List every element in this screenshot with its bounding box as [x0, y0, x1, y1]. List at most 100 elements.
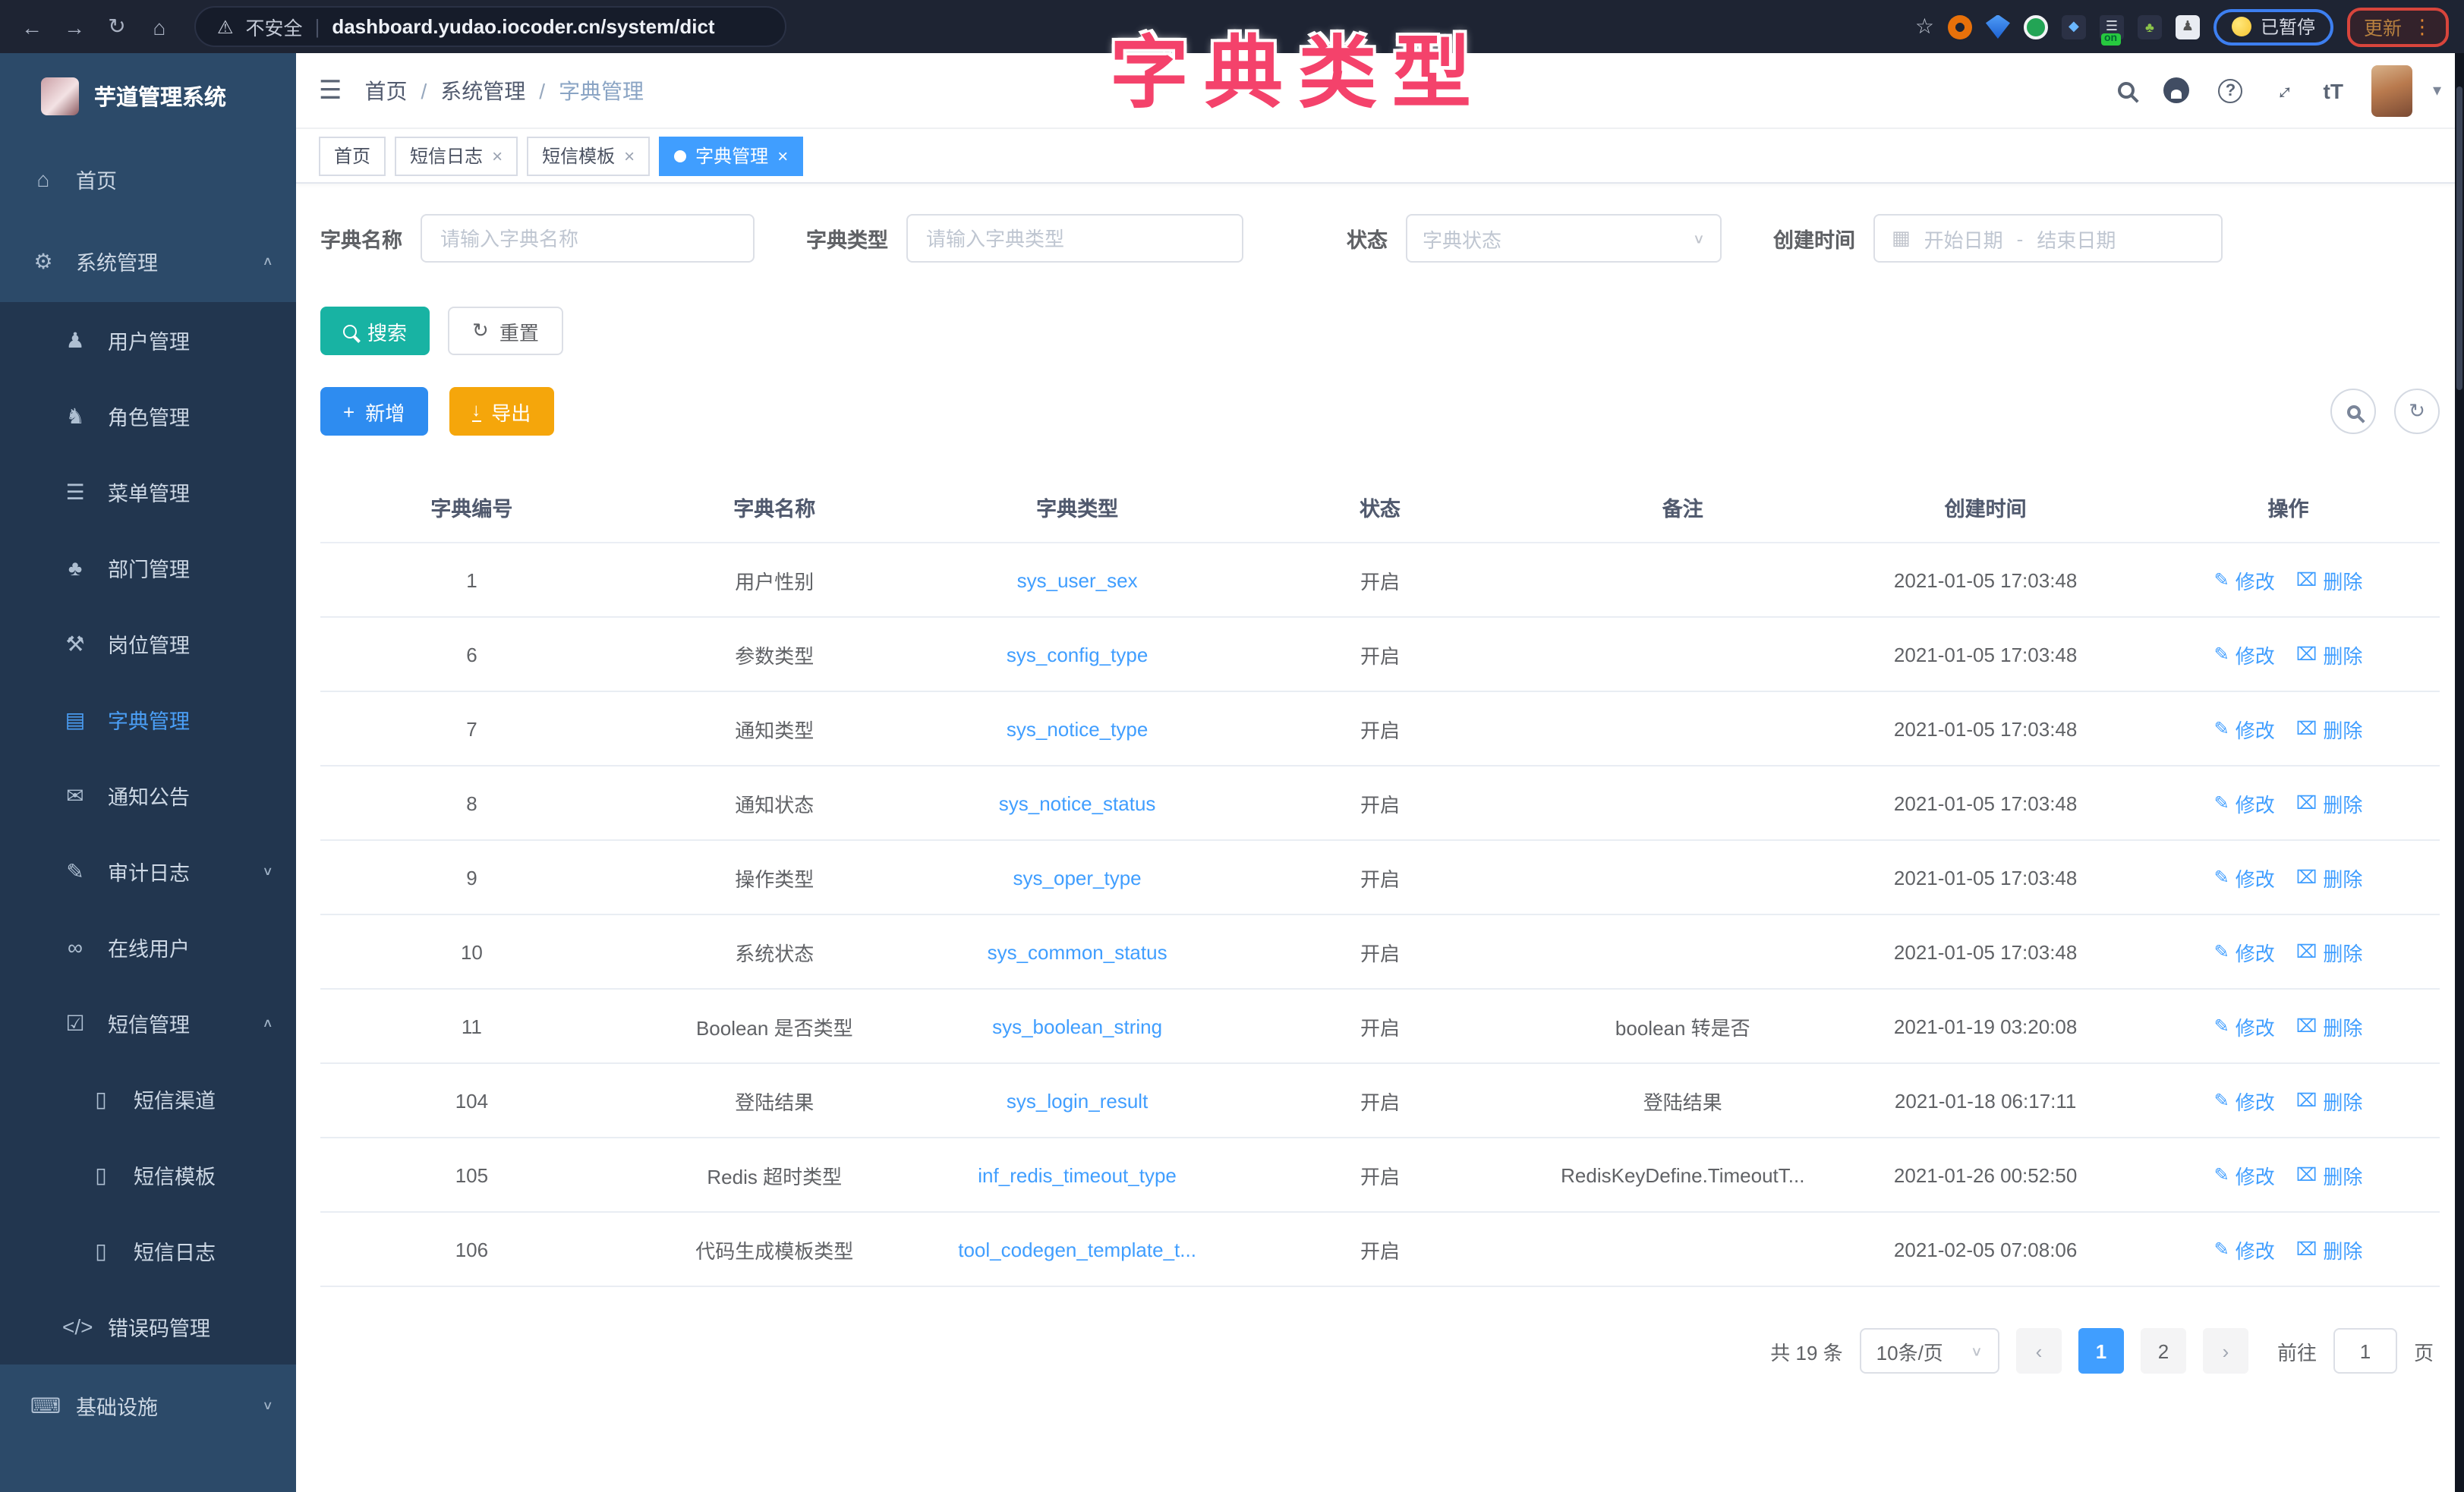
browser-forward-icon[interactable]: →: [58, 14, 91, 39]
browser-back-icon[interactable]: ←: [15, 14, 49, 39]
sidebar-item-system[interactable]: ⚙ 系统管理 ∧: [0, 220, 296, 302]
delete-link[interactable]: ⌧删除: [2296, 714, 2363, 743]
dict-name-input[interactable]: [421, 214, 755, 263]
sidebar-item-users[interactable]: ♟ 用户管理: [0, 302, 296, 378]
close-icon[interactable]: ×: [492, 145, 503, 166]
goto-page-input[interactable]: [2333, 1328, 2397, 1374]
search-icon[interactable]: [2119, 82, 2135, 99]
profile-paused-badge[interactable]: 已暂停: [2214, 8, 2333, 45]
tab-home[interactable]: 首页: [319, 136, 386, 175]
tab-sms-template[interactable]: 短信模板 ×: [527, 136, 650, 175]
browser-menu-icon[interactable]: ⋮: [2412, 14, 2432, 39]
delete-link[interactable]: ⌧删除: [2296, 565, 2363, 594]
sidebar-item-sms-template[interactable]: ▯ 短信模板: [0, 1137, 296, 1213]
menu-list-icon: ☰: [62, 479, 88, 505]
edit-link[interactable]: ✎修改: [2214, 937, 2275, 966]
extension-icon-2[interactable]: [1986, 14, 2010, 39]
dict-type-link[interactable]: sys_login_result: [926, 1063, 1229, 1138]
edit-link[interactable]: ✎修改: [2214, 1235, 2275, 1264]
search-button[interactable]: 搜索: [320, 307, 430, 355]
dict-type-link[interactable]: sys_notice_type: [926, 691, 1229, 766]
edit-link[interactable]: ✎修改: [2214, 1086, 2275, 1115]
edit-link[interactable]: ✎修改: [2214, 1160, 2275, 1189]
edit-link[interactable]: ✎修改: [2214, 788, 2275, 817]
sidebar-toggle-icon[interactable]: ☰: [319, 75, 342, 105]
toggle-search-button[interactable]: [2330, 389, 2376, 434]
dict-type-input[interactable]: [906, 214, 1243, 263]
extension-icon-7[interactable]: ♟: [2176, 14, 2200, 39]
sidebar-item-audit-log[interactable]: ✎ 审计日志 ∨: [0, 833, 296, 909]
dict-type-link[interactable]: sys_boolean_string: [926, 989, 1229, 1063]
delete-link[interactable]: ⌧删除: [2296, 937, 2363, 966]
page-button-1[interactable]: 1: [2078, 1328, 2124, 1374]
delete-link[interactable]: ⌧删除: [2296, 1235, 2363, 1264]
delete-link[interactable]: ⌧删除: [2296, 640, 2363, 669]
edit-link[interactable]: ✎修改: [2214, 863, 2275, 892]
address-bar[interactable]: ⚠ 不安全 | dashboard.yudao.iocoder.cn/syste…: [194, 6, 786, 47]
edit-link[interactable]: ✎修改: [2214, 565, 2275, 594]
dict-type-link[interactable]: sys_config_type: [926, 617, 1229, 691]
extension-icon-3[interactable]: [2024, 14, 2048, 39]
add-button[interactable]: + 新增: [320, 387, 427, 436]
dict-type-link[interactable]: tool_codegen_template_t...: [926, 1212, 1229, 1286]
close-icon[interactable]: ×: [624, 145, 635, 166]
delete-link[interactable]: ⌧删除: [2296, 1086, 2363, 1115]
next-page-button[interactable]: ›: [2203, 1328, 2248, 1374]
sidebar-item-error-code[interactable]: </> 错误码管理: [0, 1289, 296, 1365]
dict-type-link[interactable]: sys_oper_type: [926, 840, 1229, 914]
export-button[interactable]: ↓ 导出: [449, 387, 553, 436]
dict-type-link[interactable]: inf_redis_timeout_type: [926, 1138, 1229, 1212]
dict-type-link[interactable]: sys_common_status: [926, 914, 1229, 989]
sidebar-item-sms[interactable]: ☑ 短信管理 ∧: [0, 985, 296, 1061]
dict-type-link[interactable]: sys_user_sex: [926, 543, 1229, 617]
user-avatar[interactable]: [2372, 65, 2413, 116]
edit-link[interactable]: ✎修改: [2214, 714, 2275, 743]
font-size-icon[interactable]: tT: [2324, 78, 2343, 102]
avatar-caret-down-icon[interactable]: ▾: [2433, 80, 2441, 100]
extension-icon-6[interactable]: ♣: [2138, 14, 2162, 39]
delete-link[interactable]: ⌧删除: [2296, 1160, 2363, 1189]
sidebar-item-home[interactable]: ⌂ 首页: [0, 138, 296, 220]
sidebar-item-posts[interactable]: ⚒ 岗位管理: [0, 606, 296, 681]
delete-link[interactable]: ⌧删除: [2296, 863, 2363, 892]
close-icon[interactable]: ×: [777, 145, 788, 166]
browser-reload-icon[interactable]: ↻: [100, 14, 134, 39]
sidebar-item-dict[interactable]: ▤ 字典管理: [0, 681, 296, 757]
date-range-picker[interactable]: ▦ 开始日期 - 结束日期: [1873, 214, 2223, 263]
page-button-2[interactable]: 2: [2141, 1328, 2186, 1374]
sidebar-item-departments[interactable]: ♣ 部门管理: [0, 530, 296, 606]
extension-icon-5[interactable]: ☰on: [2100, 14, 2124, 39]
extension-icon-4[interactable]: ◆: [2062, 14, 2086, 39]
tab-dict-active[interactable]: 字典管理 ×: [659, 136, 803, 175]
scrollbar-thumb[interactable]: [2456, 87, 2462, 390]
app-logo[interactable]: 芋道管理系统: [0, 53, 296, 138]
sidebar-item-sms-channel[interactable]: ▯ 短信渠道: [0, 1061, 296, 1137]
page-size-select[interactable]: 10条/页 ∨: [1860, 1328, 1999, 1374]
fullscreen-icon[interactable]: ↔: [2266, 73, 2300, 107]
sidebar-item-sms-log[interactable]: ▯ 短信日志: [0, 1213, 296, 1289]
delete-link[interactable]: ⌧删除: [2296, 788, 2363, 817]
edit-link[interactable]: ✎修改: [2214, 640, 2275, 669]
status-select[interactable]: 字典状态 ∨: [1406, 214, 1722, 263]
edit-link[interactable]: ✎修改: [2214, 1012, 2275, 1040]
breadcrumb-system[interactable]: 系统管理: [440, 75, 525, 105]
browser-home-icon[interactable]: ⌂: [143, 14, 176, 39]
sidebar-item-infra[interactable]: ⌨ 基础设施 ∨: [0, 1365, 296, 1446]
sidebar-item-online-users[interactable]: ∞ 在线用户: [0, 909, 296, 985]
bookmark-star-icon[interactable]: ☆: [1915, 14, 1934, 39]
browser-scrollbar[interactable]: [2455, 53, 2464, 1492]
extension-icon-1[interactable]: [1948, 14, 1972, 39]
help-icon[interactable]: ?: [2219, 78, 2243, 102]
delete-link[interactable]: ⌧删除: [2296, 1012, 2363, 1040]
prev-page-button[interactable]: ‹: [2016, 1328, 2062, 1374]
sidebar-item-roles[interactable]: ♞ 角色管理: [0, 378, 296, 454]
sidebar-item-notice[interactable]: ✉ 通知公告: [0, 757, 296, 833]
reset-button[interactable]: ↻ 重置: [448, 307, 563, 355]
sidebar-item-menus[interactable]: ☰ 菜单管理: [0, 454, 296, 530]
dict-type-link[interactable]: sys_notice_status: [926, 766, 1229, 840]
refresh-button[interactable]: ↻: [2394, 389, 2440, 434]
breadcrumb-home[interactable]: 首页: [365, 75, 408, 105]
tab-sms-log[interactable]: 短信日志 ×: [395, 136, 518, 175]
browser-update-button[interactable]: 更新 ⋮: [2347, 7, 2449, 46]
github-icon[interactable]: [2164, 77, 2190, 103]
